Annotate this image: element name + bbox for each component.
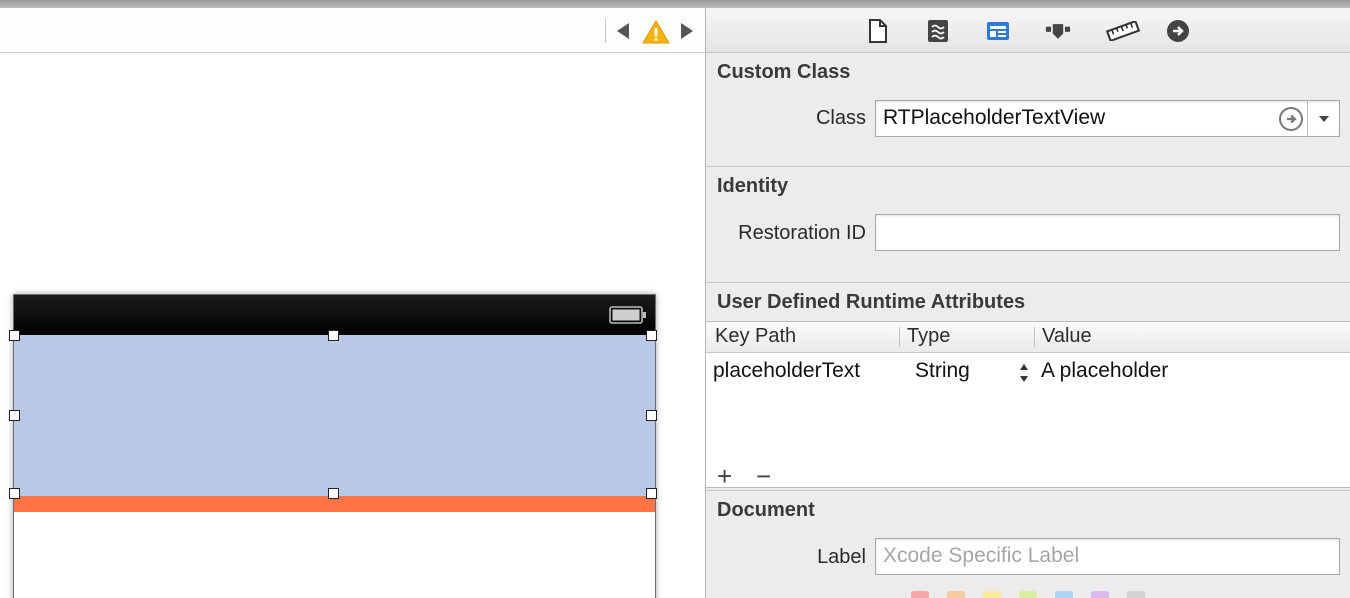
attributes-inspector-icon — [1045, 24, 1071, 39]
tab-connections-inspector[interactable] — [1165, 18, 1191, 44]
add-attribute-button[interactable]: + — [717, 463, 732, 489]
warning-icon[interactable] — [642, 20, 670, 44]
label-color-swatch[interactable] — [983, 591, 1001, 598]
section-divider — [706, 282, 1350, 283]
label-color-swatch[interactable] — [947, 591, 965, 598]
type-cell[interactable]: String — [915, 359, 970, 383]
restoration-id-field[interactable] — [875, 214, 1340, 251]
table-header: Key Path Type Value — [706, 322, 1350, 353]
tab-attributes-inspector[interactable] — [1045, 18, 1071, 44]
runtime-attributes-table[interactable]: Key Path Type Value placeholderText Stri… — [706, 321, 1350, 488]
tab-file-inspector[interactable] — [865, 18, 891, 44]
column-divider — [899, 327, 900, 347]
column-header-key-path[interactable]: Key Path — [715, 325, 796, 348]
jump-bar-divider — [605, 19, 606, 43]
resize-handle-bottom-right[interactable] — [646, 488, 657, 499]
view-controller-scene[interactable] — [9, 294, 657, 598]
value-cell[interactable]: A placeholder — [1041, 359, 1168, 383]
label-label: Label — [817, 546, 866, 568]
label-color-swatch[interactable] — [1091, 591, 1109, 598]
resize-handle-top-left[interactable] — [9, 330, 20, 341]
tab-size-inspector[interactable] — [1105, 18, 1141, 44]
status-bar — [14, 295, 655, 335]
document-section-title: Document — [717, 499, 815, 521]
column-header-value[interactable]: Value — [1042, 325, 1092, 348]
previous-issue-button[interactable] — [613, 21, 633, 41]
jump-bar — [0, 8, 705, 53]
class-label: Class — [815, 107, 866, 129]
label-color-swatch[interactable] — [911, 591, 929, 598]
file-inspector-icon — [869, 19, 887, 43]
label-color-swatch[interactable] — [1019, 591, 1037, 598]
size-inspector-icon — [1106, 21, 1140, 41]
section-divider — [706, 490, 1350, 491]
resize-handle-top-center[interactable] — [328, 330, 339, 341]
remove-attribute-button[interactable]: − — [756, 463, 771, 489]
inspector-tab-bar — [706, 8, 1350, 53]
tab-quick-help[interactable] — [925, 18, 951, 44]
runtime-attributes-section-title: User Defined Runtime Attributes — [717, 291, 1026, 313]
custom-class-section-title: Custom Class — [717, 61, 851, 83]
connections-inspector-icon — [1167, 20, 1189, 42]
next-issue-button[interactable] — [677, 21, 697, 41]
triangle-left-icon — [617, 23, 629, 39]
key-path-cell[interactable]: placeholderText — [713, 359, 860, 383]
quick-help-icon — [928, 20, 948, 42]
column-divider — [1034, 327, 1035, 347]
go-to-class-icon[interactable] — [1278, 106, 1304, 132]
resize-handle-middle-left[interactable] — [9, 410, 20, 421]
restoration-id-label: Restoration ID — [738, 222, 866, 244]
identity-section-title: Identity — [717, 175, 789, 197]
utilities-inspector: Custom Class Class RTPlaceholderTextView… — [705, 8, 1350, 598]
type-popup-arrows-icon[interactable] — [1017, 360, 1031, 386]
resize-handle-bottom-left[interactable] — [9, 488, 20, 499]
column-header-type[interactable]: Type — [907, 325, 950, 348]
placeholder-text-view[interactable] — [14, 335, 655, 496]
resize-handle-middle-right[interactable] — [646, 410, 657, 421]
resize-handle-top-right[interactable] — [646, 330, 657, 341]
label-color-swatch[interactable] — [1127, 591, 1145, 598]
label-field[interactable]: Xcode Specific Label — [875, 538, 1340, 575]
class-combo-field[interactable]: RTPlaceholderTextView — [875, 100, 1340, 137]
tab-identity-inspector[interactable] — [985, 18, 1011, 44]
storyboard-canvas[interactable] — [0, 8, 705, 598]
class-dropdown-button[interactable] — [1307, 100, 1339, 137]
resize-handle-bottom-center[interactable] — [328, 488, 339, 499]
window-top-edge — [0, 0, 1350, 8]
label-color-swatch[interactable] — [1055, 591, 1073, 598]
triangle-right-icon — [681, 23, 693, 39]
chevron-down-icon — [1318, 115, 1329, 122]
identity-inspector-icon — [987, 22, 1009, 40]
section-divider — [706, 166, 1350, 167]
battery-icon — [609, 306, 646, 324]
